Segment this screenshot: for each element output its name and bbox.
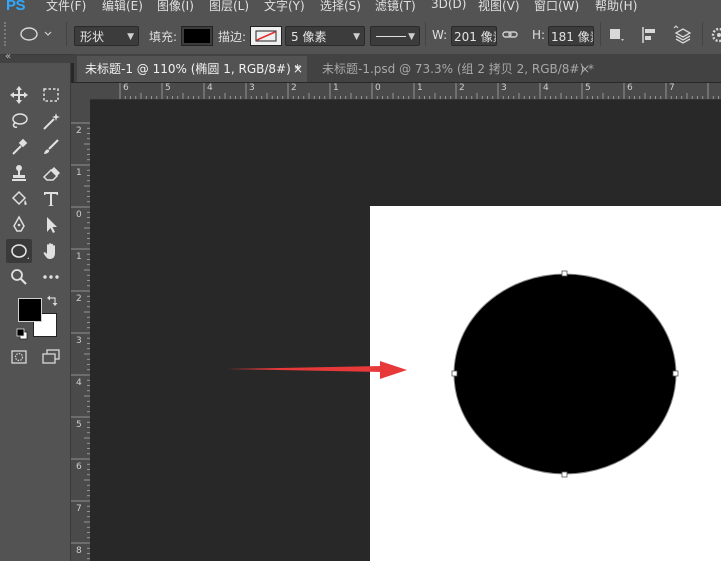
ellipse-shape-layer[interactable]: [451, 270, 679, 478]
anchor-point[interactable]: [451, 370, 458, 377]
anchor-point[interactable]: [561, 270, 568, 277]
anchor-point[interactable]: [672, 370, 679, 377]
canvas-overlay: [226, 270, 679, 478]
annotation-arrow: [226, 361, 407, 379]
anchor-point[interactable]: [561, 471, 568, 478]
